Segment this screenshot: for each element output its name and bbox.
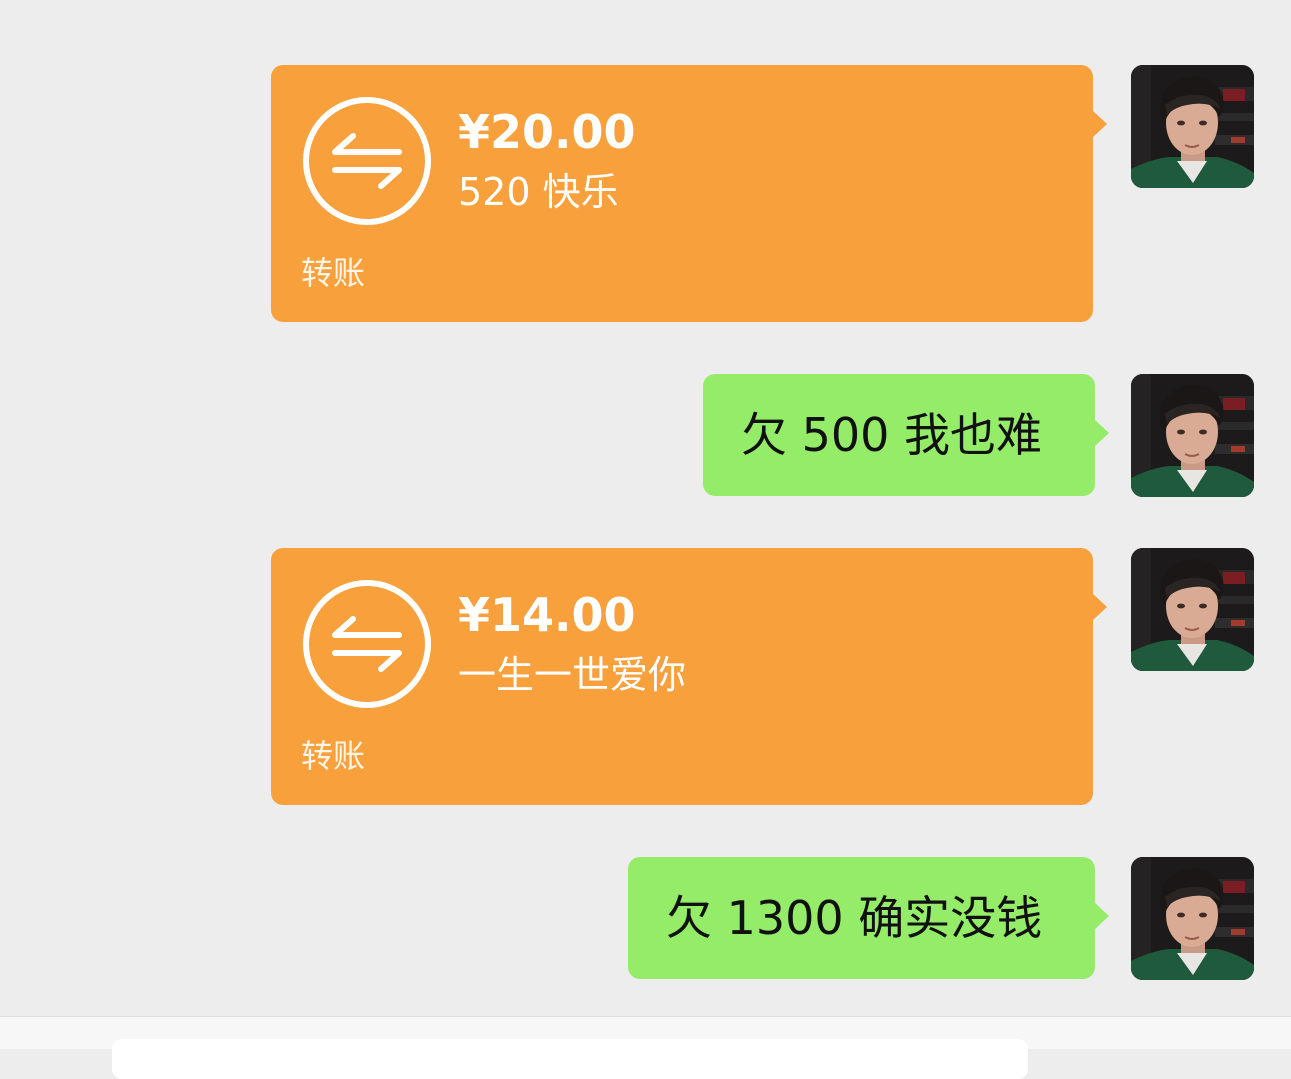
transfer-note: 一生一世爱你: [458, 653, 687, 697]
message-input[interactable]: [112, 1039, 1028, 1079]
text-message-bubble[interactable]: 欠 500 我也难: [703, 374, 1109, 496]
transfer-type-label: 转账: [301, 737, 366, 775]
avatar[interactable]: [1131, 65, 1254, 188]
message-text: 欠 1300 确实没钱: [666, 891, 1043, 945]
transfer-arrows-icon: [301, 578, 433, 710]
bubble-tail: [1095, 420, 1109, 446]
chat-input-bar: [0, 1016, 1291, 1079]
bubble-tail: [1095, 903, 1109, 929]
transfer-arrows-icon: [301, 95, 433, 227]
avatar[interactable]: [1131, 548, 1254, 671]
transfer-message-card[interactable]: ¥14.00 一生一世爱你 转账: [271, 548, 1107, 805]
bubble-tail: [1093, 594, 1107, 620]
avatar[interactable]: [1131, 374, 1254, 497]
chat-message-list[interactable]: ¥20.00 520 快乐 转账 欠 500 我也难 ¥14.00 一生一世爱你…: [0, 0, 1291, 1016]
transfer-message-card[interactable]: ¥20.00 520 快乐 转账: [271, 65, 1107, 322]
transfer-amount: ¥14.00: [458, 588, 636, 642]
transfer-type-label: 转账: [301, 254, 366, 292]
message-text: 欠 500 我也难: [741, 408, 1043, 462]
transfer-note: 520 快乐: [458, 170, 619, 214]
bubble-tail: [1093, 111, 1107, 137]
transfer-amount: ¥20.00: [458, 105, 636, 159]
avatar[interactable]: [1131, 857, 1254, 980]
text-message-bubble[interactable]: 欠 1300 确实没钱: [628, 857, 1109, 979]
